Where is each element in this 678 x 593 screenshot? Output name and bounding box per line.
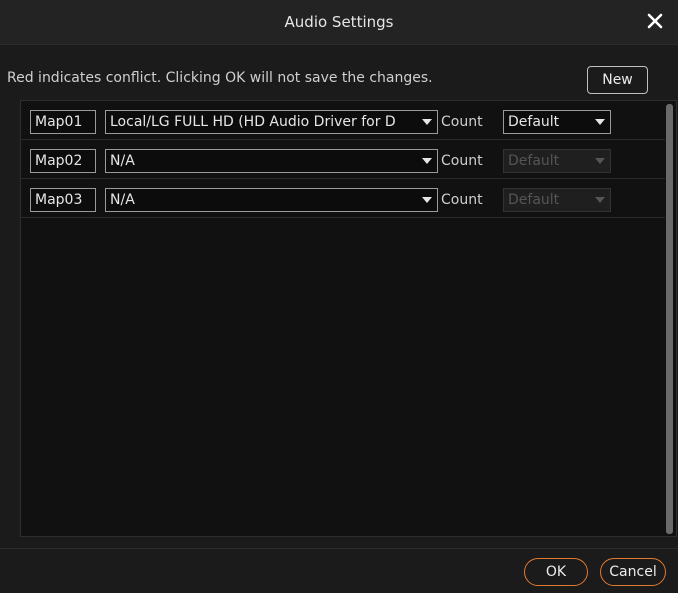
count-select-value: Default	[508, 114, 560, 130]
device-select-value: Local/LG FULL HD (HD Audio Driver for D	[110, 114, 396, 130]
device-select-value: N/A	[110, 153, 135, 169]
conflict-notice: Red indicates conflict. Clicking OK will…	[7, 70, 433, 86]
count-select-value: Default	[508, 192, 560, 208]
cancel-button[interactable]: Cancel	[600, 558, 666, 586]
map-label: Map01	[30, 110, 96, 134]
vertical-scrollbar[interactable]	[666, 104, 673, 534]
device-select[interactable]: N/A	[105, 149, 438, 173]
count-label: Count	[441, 153, 483, 169]
map-label: Map02	[30, 149, 96, 173]
new-button[interactable]: New	[587, 66, 648, 94]
close-icon[interactable]	[644, 10, 666, 32]
device-select-value: N/A	[110, 192, 135, 208]
scrollbar-thumb[interactable]	[666, 104, 673, 534]
mapping-list: Map01 Local/LG FULL HD (HD Audio Driver …	[20, 100, 677, 537]
mapping-row: Map02 N/A Count Default	[21, 140, 665, 179]
count-label: Count	[441, 114, 483, 130]
map-label: Map03	[30, 188, 96, 212]
device-select[interactable]: N/A	[105, 188, 438, 212]
count-select[interactable]: Default	[503, 149, 611, 173]
count-label: Count	[441, 192, 483, 208]
chevron-down-icon	[595, 119, 605, 125]
title-bar: Audio Settings	[0, 0, 678, 45]
count-select[interactable]: Default	[503, 110, 611, 134]
chevron-down-icon	[422, 119, 432, 125]
audio-settings-dialog: Audio Settings Red indicates conflict. C…	[0, 0, 678, 592]
chevron-down-icon	[595, 197, 605, 203]
mapping-row: Map03 N/A Count Default	[21, 179, 665, 218]
mapping-row: Map01 Local/LG FULL HD (HD Audio Driver …	[21, 101, 665, 140]
device-select[interactable]: Local/LG FULL HD (HD Audio Driver for D	[105, 110, 438, 134]
ok-button[interactable]: OK	[524, 558, 588, 586]
chevron-down-icon	[422, 197, 432, 203]
count-select[interactable]: Default	[503, 188, 611, 212]
dialog-title: Audio Settings	[284, 13, 394, 31]
chevron-down-icon	[595, 158, 605, 164]
count-select-value: Default	[508, 153, 560, 169]
chevron-down-icon	[422, 158, 432, 164]
